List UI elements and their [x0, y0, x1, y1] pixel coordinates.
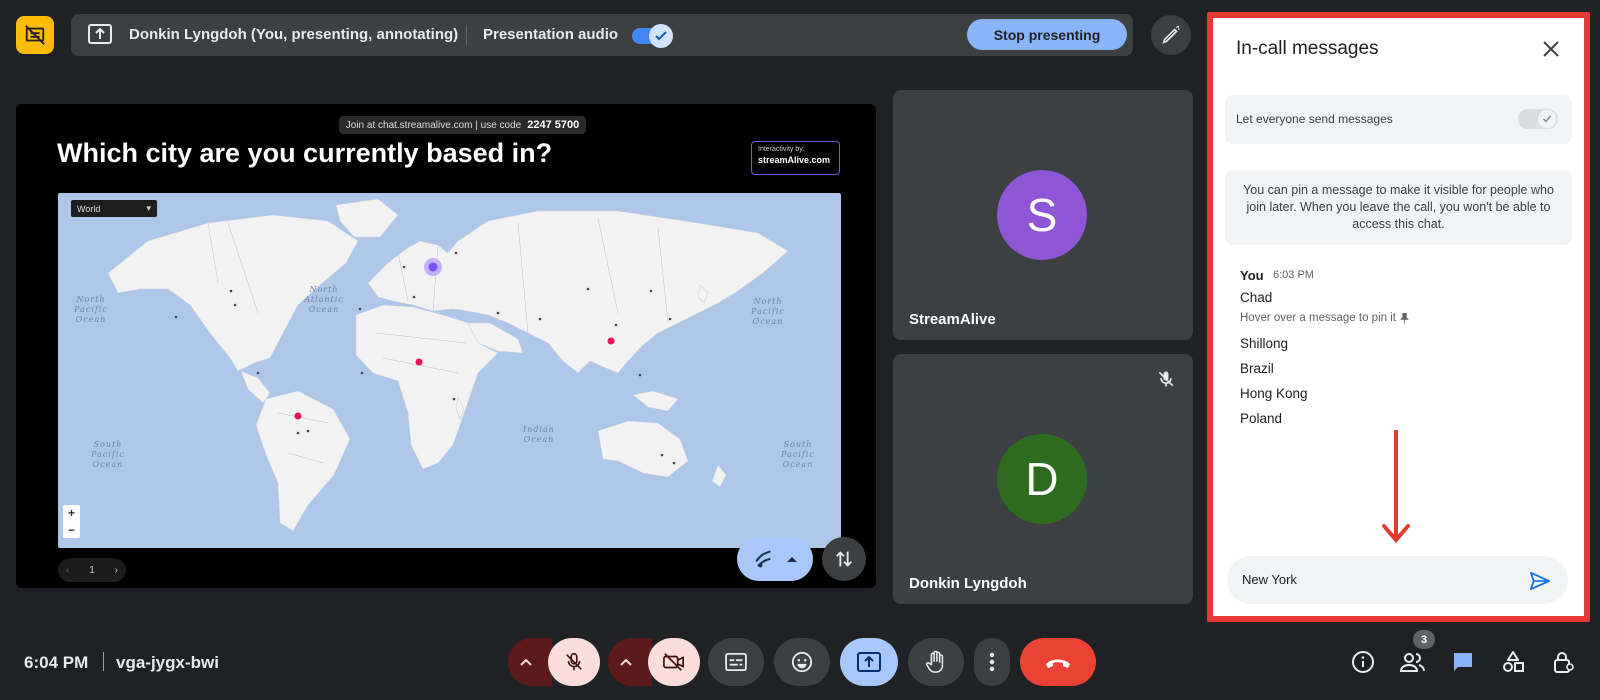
brand-tagline: Interactivity by: — [758, 146, 805, 153]
banner-divider — [466, 25, 467, 45]
mic-off-icon — [1156, 369, 1176, 389]
camera-off-icon — [663, 653, 684, 671]
video-options-button[interactable] — [608, 638, 652, 686]
laser-pointer-button[interactable] — [737, 537, 813, 581]
slide-question: Which city are you currently based in? — [57, 138, 553, 168]
participant-name: StreamAlive — [909, 311, 996, 328]
people-count-badge: 3 — [1413, 630, 1435, 649]
ocean-label: South Pacific Ocean — [91, 440, 125, 469]
app-logo — [16, 16, 54, 54]
people-icon — [1400, 653, 1425, 672]
chat-message[interactable]: Brazil — [1240, 361, 1274, 376]
map-zoom-control: + − — [63, 505, 80, 538]
map-pin-brazil — [294, 412, 302, 420]
pin-hint: Hover over a message to pin it — [1240, 312, 1409, 324]
stop-presenting-button[interactable]: Stop presenting — [967, 19, 1127, 50]
presentation-audio-label: Presentation audio — [483, 26, 619, 43]
message-input[interactable] — [1242, 568, 1522, 590]
chevron-up-icon — [620, 658, 632, 666]
send-icon[interactable] — [1527, 568, 1553, 594]
prev-slide-icon[interactable]: ‹ — [66, 565, 69, 576]
zoom-in-button[interactable]: + — [68, 506, 75, 520]
audio-options-button[interactable] — [508, 638, 552, 686]
message-sender: You — [1240, 268, 1264, 283]
info-icon — [1352, 651, 1374, 673]
presenter-status: Donkin Lyngdoh (You, presenting, annotat… — [129, 26, 459, 43]
world-map[interactable]: North Pacific Ocean North Atlantic Ocean… — [58, 193, 841, 548]
annotate-pen-icon[interactable] — [1151, 15, 1191, 55]
hang-up-icon — [1046, 659, 1070, 668]
check-icon[interactable] — [649, 24, 673, 48]
check-icon[interactable] — [1537, 109, 1557, 129]
more-options-button[interactable] — [974, 638, 1010, 686]
activities-button[interactable] — [1493, 642, 1533, 682]
microphone-toggle[interactable] — [548, 638, 600, 686]
chevron-up-icon[interactable] — [786, 555, 798, 563]
bottom-divider — [103, 652, 104, 671]
chevron-down-icon: ▾ — [146, 203, 151, 213]
chat-message[interactable]: Poland — [1240, 411, 1282, 426]
clock: 6:04 PM — [24, 653, 89, 672]
brand-badge: Interactivity by: streamAlive.com — [751, 141, 840, 175]
ocean-label: North Pacific Ocean — [74, 295, 108, 324]
leave-call-button[interactable] — [1020, 638, 1096, 686]
map-pin-chad — [415, 358, 423, 366]
join-instructions: Join at chat.streamalive.com | use code … — [339, 116, 586, 134]
more-vert-icon — [989, 652, 995, 672]
host-controls-button[interactable] — [1543, 642, 1583, 682]
meeting-details-button[interactable] — [1343, 642, 1383, 682]
raise-hand-button[interactable] — [908, 638, 964, 686]
region-select[interactable]: World ▾ — [71, 200, 157, 217]
chat-button[interactable] — [1443, 642, 1483, 682]
present-screen-icon — [857, 652, 881, 672]
avatar: S — [997, 170, 1087, 260]
chat-message[interactable]: Shillong — [1240, 336, 1288, 351]
ocean-label: Indian Ocean — [523, 425, 555, 444]
chat-message[interactable]: Hong Kong — [1240, 386, 1308, 401]
shapes-icon — [1503, 651, 1524, 672]
pin-icon[interactable] — [1399, 312, 1409, 324]
present-screen-icon — [88, 24, 112, 44]
next-slide-icon[interactable]: › — [115, 565, 118, 576]
participant-name: Donkin Lyngdoh — [909, 575, 1027, 592]
chevron-up-icon — [520, 658, 532, 666]
join-text: Join at chat.streamalive.com | use code — [345, 119, 522, 131]
ocean-label: North Pacific Ocean — [751, 297, 785, 326]
arrow-down-icon — [1381, 428, 1411, 548]
laser-pointer-icon — [753, 548, 775, 570]
ocean-label: North Atlantic Ocean — [304, 285, 344, 314]
zoom-out-button[interactable]: − — [68, 523, 75, 537]
emoji-icon — [791, 651, 813, 673]
avatar: D — [997, 434, 1087, 524]
close-icon[interactable] — [1540, 38, 1562, 60]
chat-message[interactable]: Chad — [1240, 290, 1272, 305]
page-number: 1 — [89, 564, 95, 576]
slide-pager: ‹ 1 › — [58, 558, 126, 582]
reactions-button[interactable] — [774, 638, 830, 686]
mic-off-icon — [566, 652, 582, 671]
map-pin-hong-kong — [607, 337, 615, 345]
pin-info-box: You can pin a message to make it visible… — [1225, 170, 1572, 245]
present-now-button[interactable] — [840, 638, 898, 686]
captions-icon — [725, 653, 747, 671]
chat-icon — [1454, 653, 1472, 671]
lock-person-icon — [1554, 652, 1574, 673]
region-select-value: World — [77, 203, 101, 214]
join-code: 2247 5700 — [527, 119, 580, 131]
pin-hint-text: Hover over a message to pin it — [1240, 312, 1396, 324]
camera-toggle[interactable] — [648, 638, 700, 686]
panel-title: In-call messages — [1236, 38, 1379, 59]
hand-icon — [925, 650, 944, 673]
brand-name: streamAlive.com — [758, 155, 831, 165]
message-permission-label: Let everyone send messages — [1236, 112, 1393, 126]
message-time: 6:03 PM — [1273, 269, 1314, 281]
captions-button[interactable] — [708, 638, 764, 686]
ocean-label: South Pacific Ocean — [781, 440, 815, 469]
swap-arrows-icon[interactable] — [822, 537, 866, 581]
meeting-code: vga-jygx-bwi — [116, 653, 219, 672]
